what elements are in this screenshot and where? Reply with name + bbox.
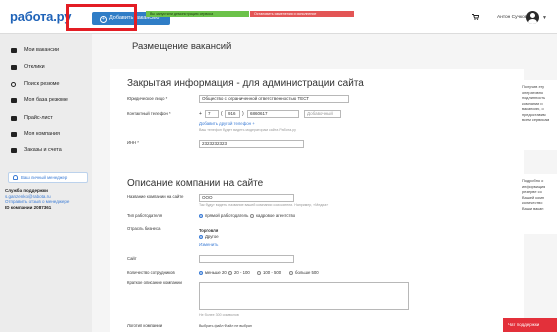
sidebar: Мои вакансии Отклики Поиск резюме Моя ба… <box>0 34 90 332</box>
legal-entity-label: Юридическое лицо * <box>127 96 168 101</box>
phone-code-input[interactable]: 916 <box>225 110 240 118</box>
company-name-label: Название компании на сайте <box>127 194 184 199</box>
briefcase-icon <box>11 48 17 53</box>
logo-label: Логотип компании <box>127 323 163 328</box>
phone-country-input[interactable]: 7 <box>205 110 219 118</box>
sidebar-item-vacancies[interactable]: Мои вакансии <box>11 46 89 55</box>
sidebar-item-company[interactable]: Моя компания <box>11 130 89 139</box>
demo-notice: Вы запустили демонстрацию сервиса <box>146 11 249 17</box>
folder-icon <box>11 98 17 103</box>
company-name-input[interactable]: ООО <box>199 194 294 202</box>
industry-value: Другое <box>199 234 219 239</box>
industry-label: Отрасль бизнеса <box>127 226 161 231</box>
site-label: Сайт <box>127 256 137 261</box>
cart-icon[interactable] <box>472 14 479 20</box>
document-icon <box>11 65 17 70</box>
sidebar-item-price-list[interactable]: Прайс-лист <box>11 114 89 123</box>
private-info-title: Закрытая информация - для администрации … <box>127 78 364 89</box>
sidebar-item-responses[interactable]: Отклики <box>11 63 89 72</box>
legal-entity-select[interactable]: Общество с ограниченной ответственностью… <box>199 95 349 103</box>
industry-change-link[interactable]: Изменить <box>199 242 218 247</box>
radio-employees-gt500[interactable]: больше 500 <box>289 270 319 275</box>
phone-label: Контактный телефон * <box>127 111 171 116</box>
company-name-hint: Так будут видеть название вашей компании… <box>199 203 329 207</box>
short-description-textarea[interactable] <box>199 282 409 310</box>
employer-type-label: Тип работодателя <box>127 213 162 218</box>
company-description-title: Описание компании на сайте <box>127 178 264 189</box>
inn-input[interactable]: 2323232323 <box>199 140 304 148</box>
industry-head: Торговля <box>199 228 219 233</box>
short-description-label: Краткое описание компании <box>127 280 182 285</box>
phone-number-input[interactable]: 6860617 <box>247 110 299 118</box>
radio-employees-100-500[interactable]: 100 - 500 <box>257 270 281 275</box>
main-content: Размещение вакансий Закрытая информация … <box>92 34 557 332</box>
site-logo[interactable]: работа.ру <box>10 9 71 24</box>
support-feedback-link[interactable]: Отправить отзыв о менеджере <box>5 199 69 205</box>
radio-employees-20-100[interactable]: 20 - 100 <box>228 270 250 275</box>
support-chat-button[interactable]: Чат поддержки <box>503 318 557 332</box>
top-bar: работа.ру + Добавить вакансию Вы запустил… <box>0 0 557 34</box>
radio-recruiting-agency[interactable]: кадровое агентство <box>250 213 295 218</box>
sidebar-item-resume-base[interactable]: Моя база резюме <box>11 96 89 105</box>
tip-panel-private: Получив эту оперативно подлинность компа… <box>519 80 557 150</box>
short-description-hint: Не более 300 символов <box>199 313 239 317</box>
price-list-icon <box>11 116 17 121</box>
chevron-down-icon[interactable]: ▼ <box>542 15 547 21</box>
phone-ext-input[interactable]: Добавочный <box>304 110 341 118</box>
phone-hint: Ваш телефон будет видеть модераторам сай… <box>199 128 296 132</box>
search-icon <box>11 82 16 87</box>
plus-icon: + <box>100 16 107 23</box>
page-title: Размещение вакансий <box>132 41 232 52</box>
choose-file-button[interactable]: Выбрать файл Файл не выбран <box>199 324 252 328</box>
avatar[interactable] <box>526 11 539 24</box>
site-input[interactable] <box>199 255 294 263</box>
support-block: Служба поддержки s.ganzenko@rabota.ru От… <box>5 188 69 210</box>
add-phone-link[interactable]: Добавить другой телефон + <box>199 121 255 126</box>
employees-label: Количество сотрудников <box>127 270 175 275</box>
radio-employees-lt20[interactable]: меньше 20 <box>199 270 227 275</box>
inn-label: ИНН * <box>127 140 139 145</box>
personal-manager-button[interactable]: Ваш личный менеджер <box>8 172 88 183</box>
sidebar-item-resume-search[interactable]: Поиск резюме <box>11 80 89 89</box>
company-description-card: Описание компании на сайте Название комп… <box>110 170 524 332</box>
tip-panel-company: Подробно о информация резерве со Вашей к… <box>519 174 557 234</box>
sidebar-item-orders[interactable]: Заказы и счета <box>11 146 89 155</box>
headset-icon <box>13 175 18 180</box>
company-icon <box>11 132 17 137</box>
user-name[interactable]: Антон Сучков <box>497 15 527 20</box>
company-id: ID компании 2087361 <box>5 204 52 210</box>
radio-direct-employer[interactable]: прямой работодатель <box>199 213 248 218</box>
stop-changes-button[interactable]: Остановить изменения и исполнение <box>250 11 354 17</box>
orders-icon <box>11 148 17 153</box>
